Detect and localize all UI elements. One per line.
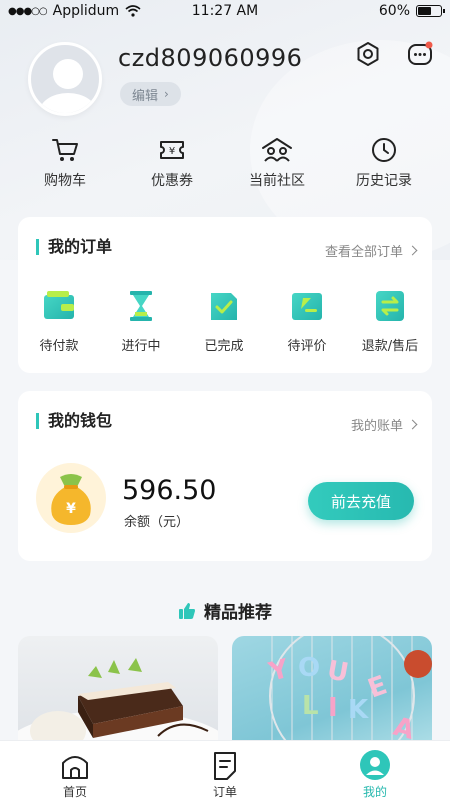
- svg-text:K: K: [348, 695, 369, 725]
- battery-group: 60%: [378, 3, 445, 19]
- avatar-head: [53, 59, 83, 89]
- avatar-body: [39, 93, 97, 113]
- recommend-header: 精品推荐: [0, 598, 450, 623]
- order-completed[interactable]: 已完成: [183, 289, 265, 354]
- edit-label: 编辑: [132, 88, 159, 104]
- cookies-image: Y O U L I K E A: [265, 636, 432, 756]
- status-bar: ●●●○○ Applidum 11:27 AM 60%: [0, 0, 450, 24]
- order-refund[interactable]: 退款/售后: [349, 289, 431, 354]
- quick-nav-label: 当前社区: [249, 173, 305, 189]
- profile-icon: [360, 750, 390, 780]
- wallet-title: 我的钱包: [36, 413, 112, 429]
- quick-nav-label: 优惠券: [151, 173, 193, 189]
- chevron-right-icon: [407, 245, 418, 256]
- order-in-progress[interactable]: 进行中: [100, 289, 182, 354]
- home-icon: [62, 756, 88, 779]
- tab-label: 订单: [212, 785, 237, 799]
- thumbs-up-icon: [179, 602, 195, 619]
- coupon-icon: ¥: [160, 141, 184, 159]
- order-label: 进行中: [121, 339, 161, 354]
- quick-nav-label: 购物车: [44, 173, 86, 189]
- order-pending-review[interactable]: 待评价: [266, 289, 348, 354]
- avatar[interactable]: [28, 42, 102, 116]
- history-icon: [372, 138, 396, 162]
- review-icon: [292, 293, 322, 320]
- order-label: 已完成: [204, 339, 244, 354]
- completed-doc-icon: [211, 293, 237, 320]
- refund-icon: [376, 291, 404, 321]
- view-all-orders-link[interactable]: 查看全部订单: [324, 241, 418, 260]
- svg-text:Y: Y: [265, 654, 293, 688]
- order-label: 待付款: [39, 339, 79, 354]
- orders-title: 我的订单: [36, 239, 112, 255]
- tab-orders[interactable]: 订单: [150, 741, 300, 800]
- svg-text:L: L: [302, 691, 319, 721]
- quick-nav: 购物车 ¥ 优惠券 当前社区 历史记录: [0, 136, 450, 198]
- my-bills-link[interactable]: 我的账单: [350, 415, 418, 434]
- quick-nav-history[interactable]: 历史记录: [339, 136, 429, 190]
- chevron-right-icon: ›: [164, 87, 169, 101]
- svg-text:E: E: [364, 670, 391, 704]
- edit-profile-button[interactable]: 编辑 ›: [120, 82, 181, 106]
- order-pending-payment[interactable]: 待付款: [18, 289, 100, 354]
- money-bag-icon: ¥: [36, 463, 106, 533]
- order-label: 退款/售后: [361, 339, 419, 354]
- my-bills-label: 我的账单: [350, 419, 403, 434]
- battery-fill: [418, 7, 432, 15]
- svg-text:O: O: [298, 653, 320, 683]
- svg-text:I: I: [328, 693, 338, 723]
- chevron-right-icon: [407, 419, 418, 430]
- recommend-title: 精品推荐: [204, 603, 272, 623]
- orders-card: 我的订单 查看全部订单 待付款 进行中 已完成 待评价 退款/售后: [18, 217, 432, 373]
- cart-icon: [52, 139, 78, 161]
- battery-percent: 60%: [378, 3, 410, 19]
- settings-icon[interactable]: [354, 40, 382, 68]
- tab-bar: 首页 订单 我的: [0, 740, 450, 800]
- community-icon: [262, 138, 292, 162]
- bag-symbol: ¥: [66, 501, 76, 517]
- tab-home[interactable]: 首页: [0, 741, 150, 800]
- recommend-item-cookies[interactable]: Y O U L I K E A: [232, 636, 432, 756]
- view-all-orders-label: 查看全部订单: [324, 245, 403, 260]
- quick-nav-cart[interactable]: 购物车: [20, 136, 110, 190]
- hourglass-icon: [130, 291, 152, 321]
- wallet-icon: [44, 291, 74, 319]
- recommend-item-cake[interactable]: [18, 636, 218, 756]
- order-icon: [214, 752, 236, 780]
- quick-nav-label: 历史记录: [356, 173, 412, 189]
- tab-label: 首页: [62, 785, 87, 799]
- tab-profile[interactable]: 我的: [300, 741, 450, 800]
- svg-text:¥: ¥: [169, 146, 175, 157]
- svg-text:U: U: [325, 655, 351, 688]
- balance-amount: 596.50: [122, 475, 217, 506]
- tab-label: 我的: [362, 785, 387, 799]
- cake-image: [18, 658, 218, 756]
- balance-label: 余额（元）: [124, 515, 190, 530]
- quick-nav-community[interactable]: 当前社区: [232, 136, 322, 190]
- username: czd809060996: [118, 44, 303, 72]
- quick-nav-coupon[interactable]: ¥ 优惠券: [127, 136, 217, 190]
- wallet-card: 我的钱包 我的账单 ¥ 596.50 余额（元） 前去充值: [18, 391, 432, 561]
- battery-icon: [416, 5, 445, 17]
- recharge-button[interactable]: 前去充值: [308, 482, 414, 520]
- order-label: 待评价: [287, 339, 327, 354]
- message-icon[interactable]: [406, 40, 434, 68]
- money-bag-graphic: ¥: [51, 474, 91, 525]
